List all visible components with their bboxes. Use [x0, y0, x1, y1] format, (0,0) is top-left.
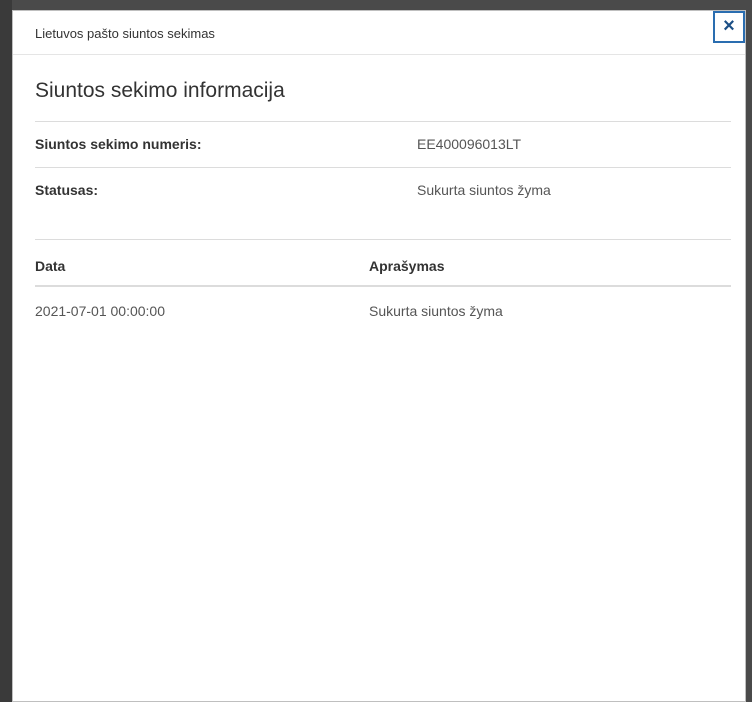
info-label: Statusas:	[35, 182, 99, 198]
events-table-header: Data Aprašymas	[35, 239, 731, 287]
column-header-date: Data	[35, 258, 66, 274]
info-row-tracking-number: Siuntos sekimo numeris: EE400096013LT	[35, 121, 731, 167]
modal-header: Lietuvos pašto siuntos sekimas ×	[13, 11, 745, 55]
event-description: Sukurta siuntos žyma	[369, 303, 503, 319]
info-table: Siuntos sekimo numeris: EE400096013LT St…	[35, 121, 731, 213]
events-table: Data Aprašymas 2021-07-01 00:00:00 Sukur…	[35, 239, 731, 331]
tracking-modal: Lietuvos pašto siuntos sekimas × Siuntos…	[12, 10, 746, 702]
modal-title: Lietuvos pašto siuntos sekimas	[35, 26, 215, 41]
table-row: 2021-07-01 00:00:00 Sukurta siuntos žyma	[35, 287, 731, 331]
event-date: 2021-07-01 00:00:00	[35, 303, 165, 319]
close-icon: ×	[723, 15, 735, 37]
info-label: Siuntos sekimo numeris:	[35, 136, 202, 152]
section-heading: Siuntos sekimo informacija	[35, 79, 285, 102]
info-value: Sukurta siuntos žyma	[417, 182, 551, 198]
background-page-edge	[0, 0, 12, 702]
info-value: EE400096013LT	[417, 136, 522, 152]
close-button[interactable]: ×	[713, 11, 745, 43]
column-header-description: Aprašymas	[369, 258, 445, 274]
info-row-status: Statusas: Sukurta siuntos žyma	[35, 167, 731, 213]
